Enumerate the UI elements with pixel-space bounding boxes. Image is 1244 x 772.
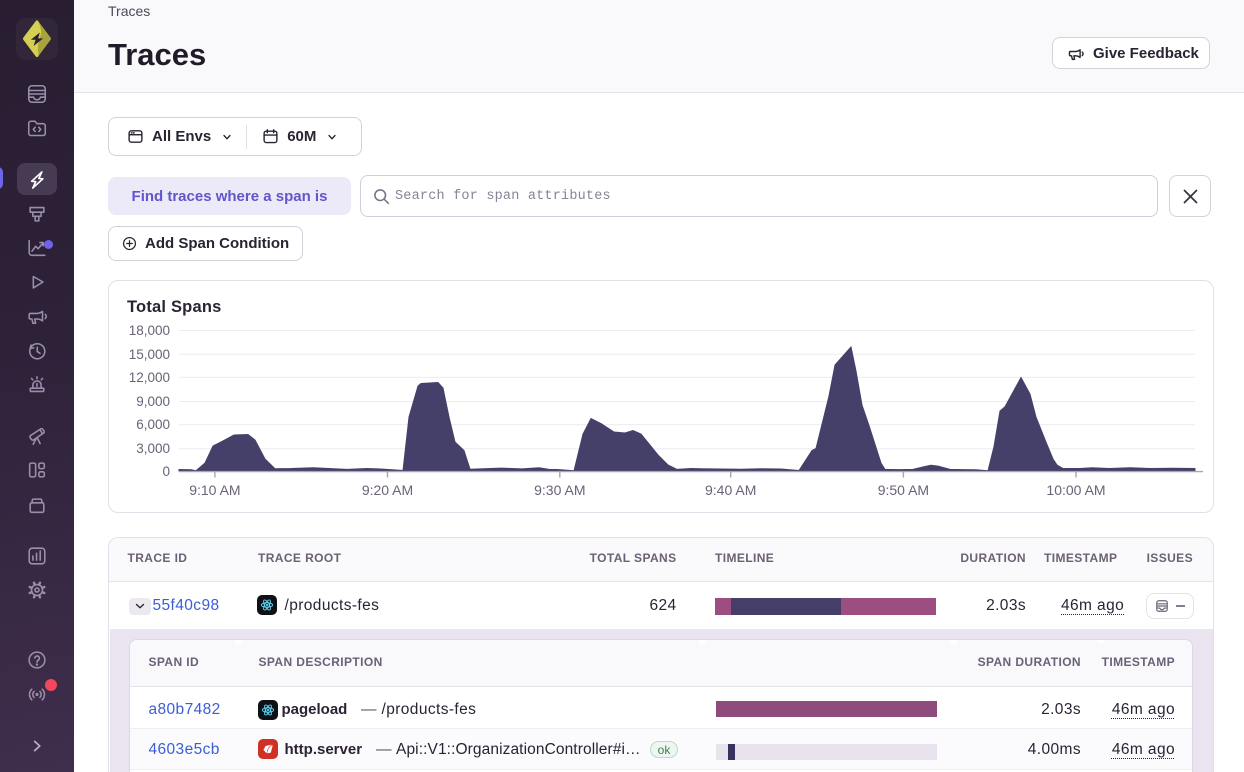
svg-text:6,000: 6,000 [136,417,170,432]
svg-text:15,000: 15,000 [129,347,170,362]
svg-text:12,000: 12,000 [129,370,170,385]
svg-text:0: 0 [162,464,170,479]
svg-text:9:10 AM: 9:10 AM [189,482,240,498]
svg-text:18,000: 18,000 [129,323,170,338]
svg-text:9:30 AM: 9:30 AM [534,482,585,498]
svg-text:3,000: 3,000 [136,441,170,456]
svg-text:9,000: 9,000 [136,394,170,409]
svg-text:10:00 AM: 10:00 AM [1046,482,1105,498]
svg-text:9:40 AM: 9:40 AM [705,482,756,498]
svg-text:9:50 AM: 9:50 AM [878,482,929,498]
svg-text:9:20 AM: 9:20 AM [362,482,413,498]
